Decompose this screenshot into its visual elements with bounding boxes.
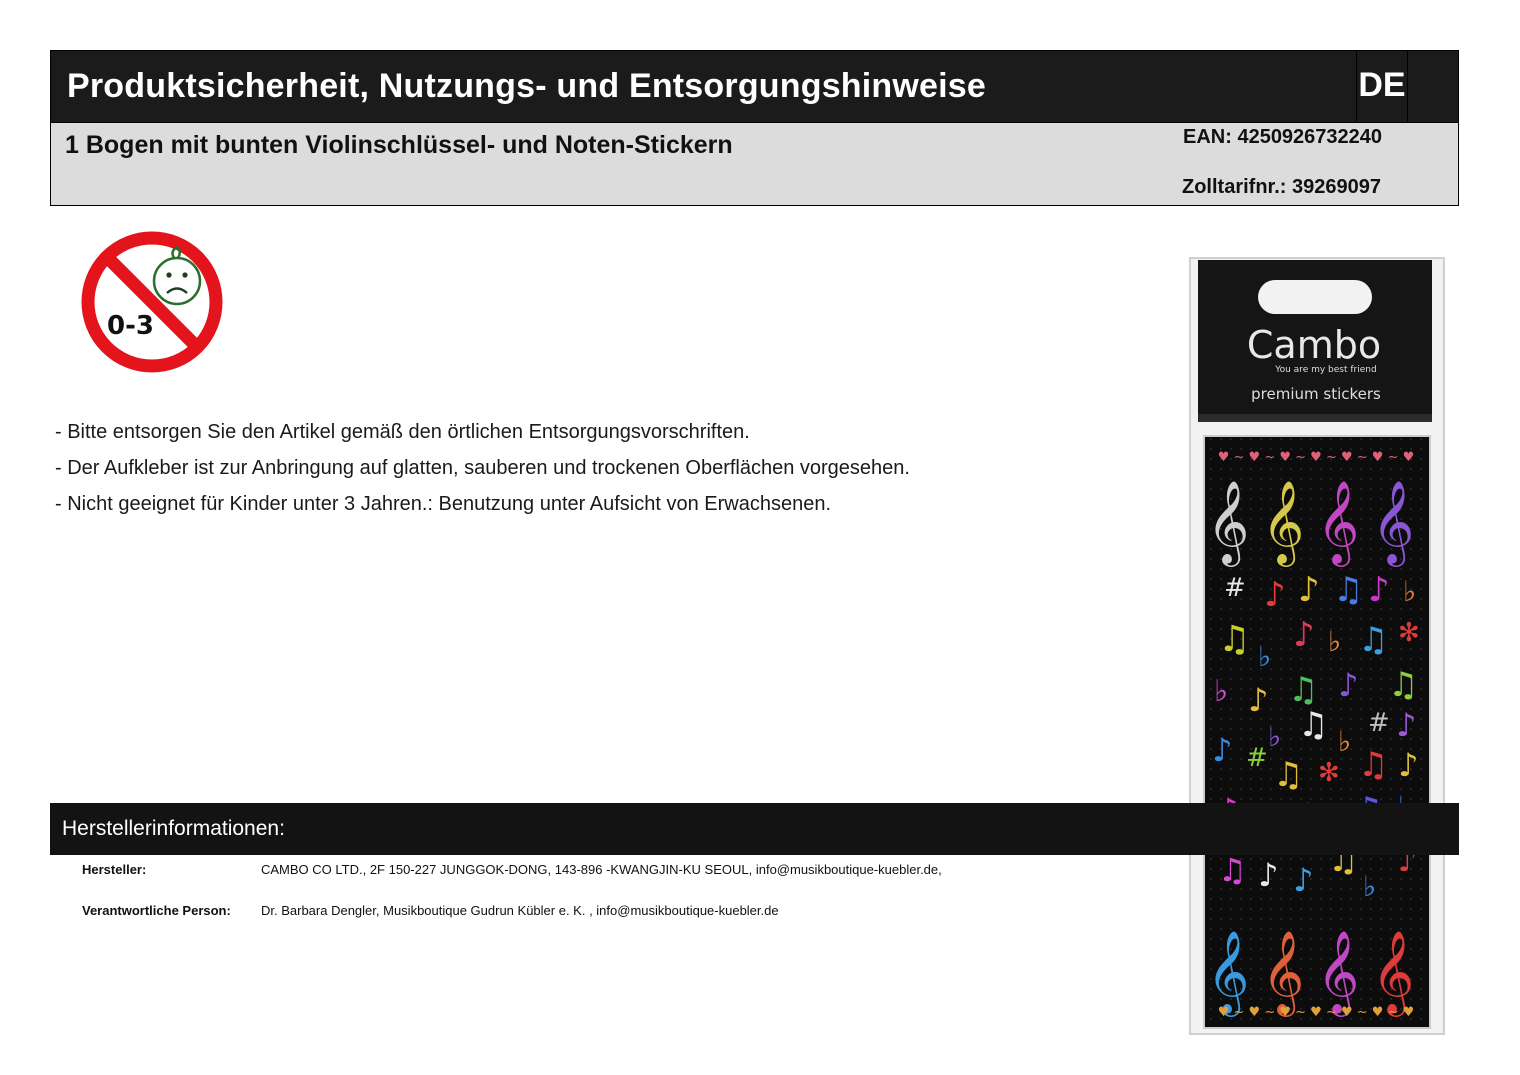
svg-text:𝄞: 𝄞: [1372, 479, 1415, 567]
svg-text:♥ ~ ♥ ~ ♥ ~ ♥ ~ ♥ ~ ♥ ~ ♥: ♥ ~ ♥ ~ ♥ ~ ♥ ~ ♥ ~ ♥ ~ ♥: [1218, 1005, 1415, 1020]
product-name: 1 Bogen mit bunten Violinschlüssel- und …: [65, 131, 733, 159]
responsible-person-value: Dr. Barbara Dengler, Musikboutique Gudru…: [261, 903, 779, 918]
page-title: Produktsicherheit, Nutzungs- und Entsorg…: [67, 67, 987, 105]
product-line: premium stickers: [1251, 385, 1381, 403]
age-label: 0-3: [107, 311, 154, 341]
svg-text:𝄞: 𝄞: [1372, 929, 1415, 1017]
svg-text:♥ ~ ♥ ~ ♥ ~ ♥ ~ ♥ ~ ♥ ~ ♥: ♥ ~ ♥ ~ ♥ ~ ♥ ~ ♥ ~ ♥ ~ ♥: [1218, 450, 1415, 465]
svg-text:♭: ♭: [1258, 640, 1271, 673]
svg-text:𝄞: 𝄞: [1262, 929, 1305, 1017]
ean-number: EAN: 4250926732240: [1183, 126, 1383, 148]
svg-text:#: #: [1224, 573, 1246, 603]
svg-text:♭: ♭: [1363, 870, 1376, 903]
svg-text:♫: ♫: [1288, 670, 1318, 710]
manufacturer-section-header: Herstellerinformationen:: [50, 803, 1459, 855]
svg-text:♪: ♪: [1248, 681, 1268, 719]
svg-text:♪: ♪: [1396, 706, 1416, 744]
safety-notes-list: - Bitte entsorgen Sie den Artikel gemäß …: [55, 414, 910, 522]
svg-text:♭: ♭: [1328, 625, 1341, 658]
svg-text:♭: ♭: [1214, 674, 1228, 709]
svg-text:♭: ♭: [1403, 575, 1416, 608]
section-title: Herstellerinformationen:: [62, 817, 285, 840]
svg-text:♪: ♪: [1258, 856, 1278, 894]
svg-text:♫: ♫: [1298, 705, 1328, 745]
svg-text:♪: ♪: [1298, 570, 1320, 610]
brand-logo: Cambo: [1247, 323, 1381, 367]
svg-text:𝄞: 𝄞: [1317, 479, 1360, 567]
svg-text:♭: ♭: [1268, 720, 1281, 753]
manufacturer-value: CAMBO CO LTD., 2F 150-227 JUNGGOK-DONG, …: [261, 862, 942, 877]
manufacturer-label: Hersteller:: [82, 862, 147, 877]
svg-text:♫: ♫: [1218, 851, 1247, 889]
svg-text:♫: ♫: [1358, 620, 1388, 660]
svg-text:✻: ✻: [1398, 618, 1420, 648]
svg-text:𝄞: 𝄞: [1207, 929, 1250, 1017]
svg-text:𝄞: 𝄞: [1207, 479, 1250, 567]
brand-tagline: You are my best friend: [1274, 365, 1376, 375]
language-code: DE: [1356, 50, 1408, 123]
svg-text:♪: ♪: [1398, 746, 1418, 784]
svg-text:#: #: [1368, 708, 1390, 738]
product-image: Cambo You are my best friend premium sti…: [1189, 257, 1445, 1035]
svg-text:𝄞: 𝄞: [1262, 479, 1305, 567]
svg-text:♪: ♪: [1338, 666, 1358, 704]
list-item: - Bitte entsorgen Sie den Artikel gemäß …: [55, 421, 750, 443]
svg-text:♫: ♫: [1273, 755, 1303, 795]
svg-text:♫: ♫: [1218, 619, 1250, 660]
list-item: - Der Aufkleber ist zur Anbringung auf g…: [55, 457, 910, 479]
svg-text:♫: ♫: [1388, 665, 1418, 705]
customs-tariff-number: Zolltarifnr.: 39269097: [1182, 176, 1381, 198]
svg-text:♪: ♪: [1264, 575, 1286, 615]
svg-text:♪: ♪: [1293, 861, 1313, 899]
svg-text:#: #: [1246, 743, 1268, 773]
no-children-0-3-icon: 0-3: [81, 231, 223, 373]
title-bar: Produktsicherheit, Nutzungs- und Entsorg…: [50, 50, 1459, 123]
svg-text:♪: ♪: [1212, 731, 1232, 769]
svg-text:♫: ♫: [1358, 745, 1388, 785]
svg-text:♪: ♪: [1293, 615, 1315, 655]
responsible-person-label: Verantwortliche Person:: [82, 903, 231, 918]
svg-text:✻: ✻: [1318, 758, 1340, 788]
list-item: - Nicht geeignet für Kinder unter 3 Jahr…: [55, 493, 832, 515]
svg-text:♪: ♪: [1368, 570, 1390, 610]
svg-text:♭: ♭: [1338, 725, 1351, 758]
svg-text:♫: ♫: [1333, 570, 1363, 610]
product-info-bar: 1 Bogen mit bunten Violinschlüssel- und …: [50, 123, 1459, 206]
svg-text:𝄞: 𝄞: [1317, 929, 1360, 1017]
